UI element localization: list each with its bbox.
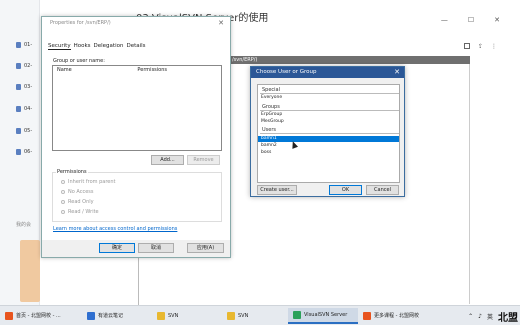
close-icon[interactable]: ✕ [218, 19, 224, 27]
list-item[interactable]: boss [258, 150, 399, 156]
ime-indicator[interactable]: 英 [487, 312, 493, 321]
checkbox-icon[interactable] [464, 43, 470, 49]
section-groups: Groups [260, 104, 399, 111]
dialog-title: Choose User or Group [251, 67, 404, 78]
choose-user-or-group-dialog: Choose User or Group ✕ Special Everyone … [250, 66, 405, 197]
note-list-item[interactable]: 04- [16, 104, 40, 114]
user-group-list[interactable]: Special Everyone Groups ErpGroup MesGrou… [257, 84, 400, 183]
column-permissions: Permissions [137, 67, 167, 73]
sidebar-section-label: 我的会 [16, 222, 32, 228]
tab-details[interactable]: Details [126, 43, 145, 50]
note-list-item[interactable]: 05- [16, 126, 40, 136]
radio-read-write[interactable]: Read / Write [61, 209, 99, 215]
list-item-selected[interactable]: bamn1 [258, 136, 399, 142]
more-icon[interactable]: ⋮ [491, 43, 497, 50]
close-icon[interactable]: ✕ [494, 16, 500, 24]
document-icon [16, 106, 21, 112]
note-icon [87, 311, 95, 320]
folder-icon [227, 311, 235, 320]
section-users: Users [260, 127, 399, 134]
share-icon[interactable]: ⇪ [478, 43, 483, 50]
volume-icon[interactable]: ♪ [478, 313, 482, 320]
document-icon [16, 128, 21, 134]
permissions-label: Permissions [56, 169, 88, 175]
svn-icon [293, 310, 301, 319]
radio-no-access[interactable]: No Access [61, 189, 94, 195]
list-header: Name Permissions [53, 66, 221, 73]
divider [138, 252, 139, 305]
radio-icon [61, 200, 65, 204]
create-user-button[interactable]: Create user... [257, 185, 297, 195]
cancel-button[interactable]: Cancel [366, 185, 399, 195]
maximize-icon[interactable]: ☐ [468, 16, 474, 24]
document-icon [16, 84, 21, 90]
list-item[interactable]: ErpGroup [258, 112, 399, 118]
list-item[interactable]: Everyone [258, 95, 399, 101]
close-icon[interactable]: ✕ [394, 67, 400, 78]
document-icon [16, 42, 21, 48]
note-list-item[interactable]: 02- [16, 61, 40, 71]
list-item[interactable]: MesGroup [258, 119, 399, 125]
apply-button[interactable]: 应用(A) [187, 243, 224, 253]
remove-button[interactable]: Remove [187, 155, 220, 165]
taskbar-app[interactable]: SVN [222, 308, 288, 324]
cancel-button[interactable]: 取消 [138, 243, 174, 253]
tab-security[interactable]: Security [48, 43, 71, 50]
network-icon[interactable]: ⌃ [468, 313, 473, 320]
taskbar-app[interactable]: 有道云笔记 [82, 308, 152, 324]
taskbar-app-active[interactable]: VisualSVN Server [288, 307, 358, 324]
folder-icon [157, 311, 165, 320]
taskbar-app[interactable]: SVN [152, 308, 222, 324]
svn-path-bar: /svn/ERP/) [228, 56, 470, 64]
radio-icon [61, 190, 65, 194]
taskbar: 首页 - 北盟网校 - ... 有道云笔记 SVN SVN VisualSVN … [0, 305, 520, 325]
column-name: Name [57, 67, 72, 73]
browser-icon [5, 311, 13, 320]
radio-icon [61, 180, 65, 184]
tab-delegation[interactable]: Delegation [94, 43, 124, 50]
tab-strip: Security Hooks Delegation Details [48, 43, 146, 50]
add-button[interactable]: Add... [151, 155, 184, 165]
tab-hooks[interactable]: Hooks [74, 43, 91, 50]
dialog-title: Properties for /svn/ERP/) [50, 20, 111, 26]
radio-inherit[interactable]: Inherit from parent [61, 179, 116, 185]
ok-button[interactable]: OK [329, 185, 362, 195]
system-tray: ⌃ ♪ 英 北盟 [468, 309, 518, 324]
radio-icon [61, 210, 65, 214]
group-or-user-label: Group or user name: [53, 58, 105, 64]
user-permission-list[interactable]: Name Permissions [52, 65, 222, 151]
note-toolbar: ⇪ ⋮ [464, 43, 497, 50]
window-controls: — ☐ ✕ [441, 16, 500, 24]
note-sidebar: 01- 02- 03- 04- 05- 06- 我的会 [0, 0, 40, 305]
note-list-item[interactable]: 06- [16, 147, 40, 157]
note-list-item[interactable]: 03- [16, 82, 40, 92]
learn-more-link[interactable]: Learn more about access control and perm… [53, 226, 177, 232]
section-special: Special [260, 87, 399, 94]
ok-button[interactable]: 确定 [99, 243, 135, 253]
taskbar-app[interactable]: 更多课程 - 北盟网校 [358, 308, 432, 324]
taskbar-app[interactable]: 首页 - 北盟网校 - ... [0, 308, 82, 324]
document-icon [16, 63, 21, 69]
thumbnail-image [20, 240, 40, 302]
list-item[interactable]: bamn2 [258, 143, 399, 149]
document-icon [16, 149, 21, 155]
radio-read-only[interactable]: Read Only [61, 199, 94, 205]
browser-icon [363, 311, 371, 320]
minimize-icon[interactable]: — [441, 16, 448, 24]
note-list-item[interactable]: 01- [16, 40, 40, 50]
watermark-logo: 北盟 [498, 313, 518, 324]
